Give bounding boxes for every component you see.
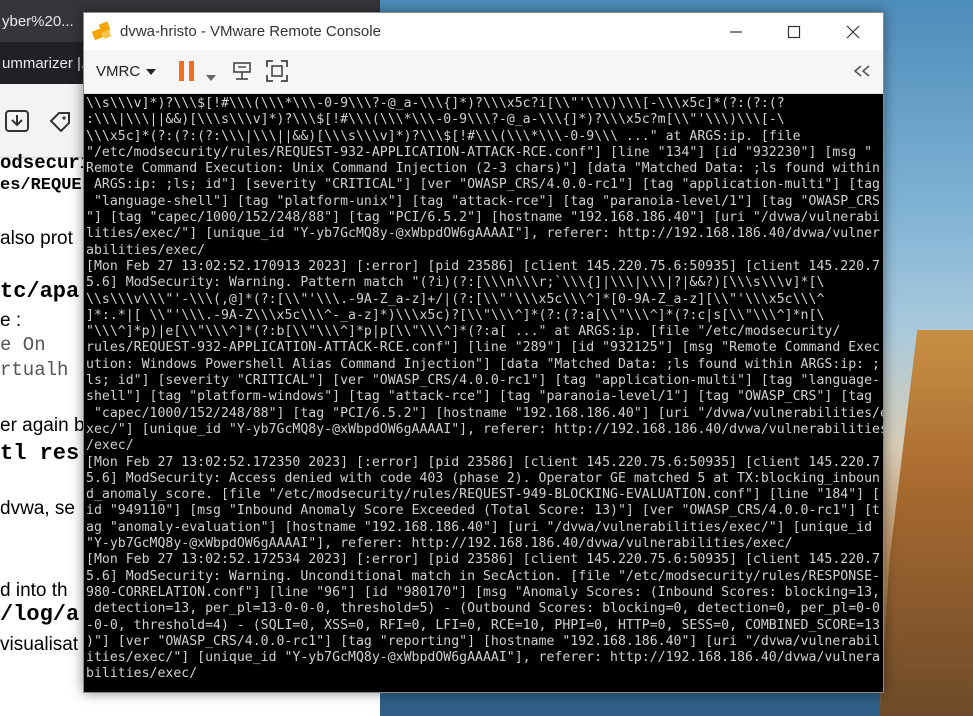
vmrc-toolbar: VMRC	[84, 50, 883, 94]
window-title: dvwa-hristo - VMware Remote Console	[120, 23, 381, 40]
console-line: ag "anomaly-evaluation"] [hostname "192.…	[86, 519, 873, 535]
chevron-down-icon	[206, 75, 216, 81]
doc-text: es/REQUE	[0, 176, 82, 195]
console-line: \\s\\\v\\\"'-\\\(,@]*(?:[\\"'\\\.-9A-Z_a…	[86, 291, 825, 307]
fullscreen-button[interactable]	[265, 59, 289, 88]
console-line: :\\\|\\\||&&)[\\\s\\\v]*)?\\\$[!#\\\(\\\…	[86, 112, 785, 128]
console-line: ARGS:ip: ;ls; id"] [severity "CRITICAL"]…	[86, 177, 880, 193]
console-line: 5.6] ModSecurity: Warning. Pattern match…	[86, 275, 825, 291]
console-line: "/etc/modsecurity/rules/REQUEST-932-APPL…	[86, 144, 873, 160]
console-line: /exec/	[86, 438, 134, 454]
console-line: \\\x5c]*(?:(?:(?:\\\|\\\||&&)[\\\s\\\v]*…	[86, 128, 801, 144]
network-devices-icon	[233, 62, 251, 80]
console-line: 5.6] ModSecurity: Access denied with cod…	[86, 470, 880, 486]
doc-text: d into th	[0, 580, 68, 601]
console-line: ls; id"] [severity "CRITICAL"] [ver "OWA…	[86, 373, 880, 389]
vmrc-menu-label: VMRC	[96, 63, 141, 80]
console-line: [Mon Feb 27 13:02:52.170913 2023] [:erro…	[86, 258, 880, 274]
pause-button[interactable]	[177, 59, 197, 88]
insert-icon[interactable]	[5, 110, 29, 132]
console-line: shell"] [tag "platform-windows"] [tag "a…	[86, 389, 873, 405]
pause-icon	[179, 61, 194, 81]
console-line: ities/exec/"] [unique_id "Y-yb7GcMQ8y-@x…	[86, 650, 880, 666]
console-line: abilities/exec/	[86, 242, 206, 258]
close-button[interactable]	[824, 13, 882, 50]
console-line: ]*:.*|[ \\"'\\\.-9A-Z\\\x5c\\\^-_a-z]*)\…	[86, 307, 825, 323]
doc-text: rtualh	[0, 359, 69, 381]
fullscreen-icon	[266, 60, 288, 82]
title-bar[interactable]: dvwa-hristo - VMware Remote Console	[84, 13, 883, 50]
removable-devices-button[interactable]	[231, 59, 255, 88]
console-line: -0-0, threshold=4) - (SQLI=0, XSS=0, RFI…	[86, 617, 880, 633]
doc-text: visualisat	[0, 634, 79, 655]
chevron-down-icon	[146, 68, 157, 75]
console-line: detection=13, per_pl=13-0-0-0, threshold…	[86, 601, 880, 617]
console-line: [Mon Feb 27 13:02:52.172534 2023] [:erro…	[86, 552, 880, 568]
doc-text: dvwa, se	[0, 498, 75, 519]
vmrc-window: dvwa-hristo - VMware Remote Console VMRC	[83, 12, 884, 693]
doc-text: e :	[0, 310, 22, 331]
console-screen[interactable]: \\s\\\v]*)?\\\$[!#\\\(\\\*\\\-0-9\\\?-@_…	[84, 94, 883, 692]
console-line: "Y-yb7GcMQ8y-@xWbpdOW6gAAAAI"], referer:…	[86, 536, 793, 552]
double-chevron-left-icon	[853, 65, 870, 77]
console-line: rules/REQUEST-932-APPLICATION-ATTACK-RCE…	[86, 340, 880, 356]
close-icon	[846, 25, 860, 38]
minimize-button[interactable]	[707, 13, 765, 50]
doc-text: tl res	[0, 441, 80, 466]
console-line: "language-shell"] [tag "platform-unix"] …	[86, 193, 880, 209]
vmrc-menu-button[interactable]: VMRC	[96, 63, 157, 80]
console-line: lities/exec/"] [unique_id "Y-yb7GcMQ8y-@…	[86, 226, 880, 242]
power-options-dropdown[interactable]	[206, 68, 216, 86]
doc-text: tc/apa	[0, 279, 80, 304]
console-prompt-line	[86, 683, 883, 692]
maximize-icon	[787, 25, 801, 38]
console-line: \\s\\\v]*)?\\\$[!#\\\(\\\*\\\-0-9\\\?-@_…	[86, 96, 785, 111]
browser-tab-title: yber%20...	[2, 13, 74, 30]
console-line: Remote Command Execution: Unix Command I…	[86, 161, 880, 177]
console-line: d_anomaly_score. [file "/etc/modsecurity…	[86, 487, 880, 503]
console-line: 5.6] ModSecurity: Warning. Unconditional…	[86, 568, 880, 584]
vmware-logo-icon	[91, 21, 114, 43]
doc-text: also prot	[0, 228, 73, 249]
console-line: bilities/exec/	[86, 666, 198, 682]
console-line: [Mon Feb 27 13:02:52.172350 2023] [:erro…	[86, 454, 880, 470]
doc-text: odsecuri	[0, 152, 92, 174]
doc-text: /log/a	[0, 602, 80, 627]
doc-text: e On	[0, 334, 46, 356]
console-line: "\\\^]*p)|e[\\"\\\^]*(?:b[\\"\\\^]*p|p[\…	[86, 324, 841, 340]
doc-text: er again b	[0, 415, 85, 436]
console-line: "] [tag "capec/1000/152/248/88"] [tag "P…	[86, 210, 880, 226]
console-line: xec/"] [unique_id "Y-yb7GcMQ8y-@xWbpdOW6…	[86, 421, 883, 437]
maximize-button[interactable]	[765, 13, 823, 50]
console-line: id "949110"] [msg "Inbound Anomaly Score…	[86, 503, 880, 519]
collapse-toolbar-button[interactable]	[852, 64, 872, 83]
browser-tab-title: ummarizer |...	[2, 55, 94, 72]
console-line: "capec/1000/152/248/88"] [tag "PCI/6.5.2…	[86, 405, 883, 421]
console-line: 980-CORRELATION.conf"] [line "96"] [id "…	[86, 584, 880, 600]
wallpaper-sea	[380, 693, 880, 716]
tag-icon[interactable]	[48, 110, 72, 133]
minimize-icon	[730, 30, 742, 33]
console-line: ution: Windows Powershell Alias Command …	[86, 356, 880, 372]
console-line: )"] [ver "OWASP_CRS/4.0.0-rc1"] [tag "re…	[86, 633, 880, 649]
